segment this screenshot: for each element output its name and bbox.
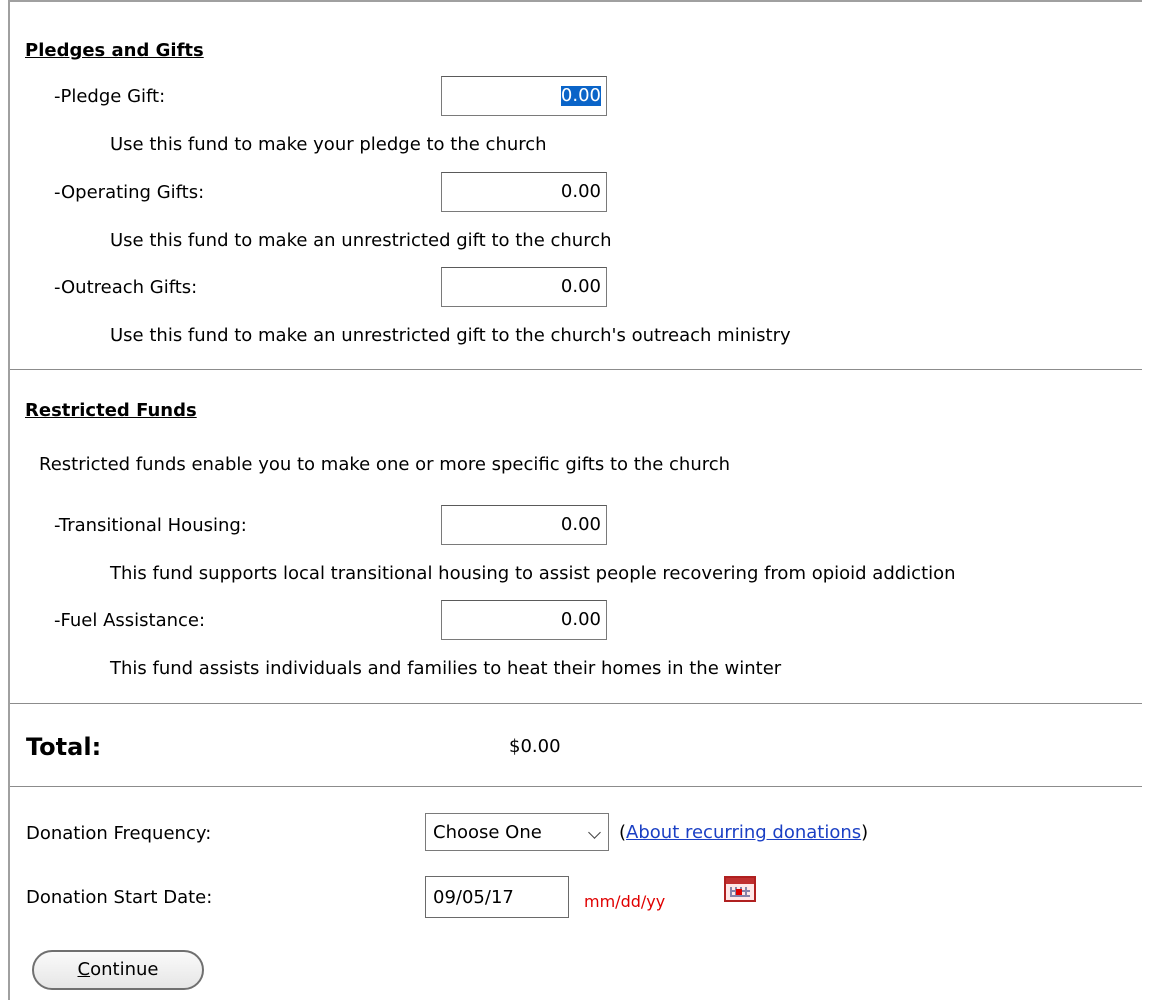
operating-gifts-input[interactable]: 0.00 xyxy=(441,172,607,212)
operating-gifts-label: -Operating Gifts: xyxy=(54,182,205,203)
frequency-label: Donation Frequency: xyxy=(26,823,212,844)
transitional-housing-label: -Transitional Housing: xyxy=(54,515,247,536)
restricted-heading: Restricted Funds xyxy=(25,400,197,421)
fuel-assistance-value: 0.00 xyxy=(560,609,601,630)
continue-button[interactable]: Continue xyxy=(32,950,204,990)
fuel-assistance-label: -Fuel Assistance: xyxy=(54,610,206,631)
total-label: Total: xyxy=(26,733,102,761)
pledge-gift-input[interactable]: 0.00 xyxy=(441,76,607,116)
continue-accesskey: C xyxy=(77,959,91,980)
transitional-housing-input[interactable]: 0.00 xyxy=(441,505,607,545)
pledges-heading: Pledges and Gifts xyxy=(25,40,204,61)
chevron-down-icon xyxy=(588,826,601,839)
about-recurring-link[interactable]: About recurring donations xyxy=(626,822,861,843)
continue-label: ontinue xyxy=(90,959,159,980)
left-border xyxy=(8,0,10,1000)
paren-close: ) xyxy=(861,822,869,843)
fuel-assistance-input[interactable]: 0.00 xyxy=(441,600,607,640)
transitional-housing-value: 0.00 xyxy=(560,514,601,535)
recurring-link-wrapper: (About recurring donations) xyxy=(619,822,868,843)
pledge-gift-value: 0.00 xyxy=(560,85,601,106)
pledge-gift-label: -Pledge Gift: xyxy=(54,86,166,107)
paren-open: ( xyxy=(619,822,627,843)
date-format-hint: mm/dd/yy xyxy=(584,892,666,911)
total-value: $0.00 xyxy=(509,736,561,757)
fuel-assistance-description: This fund assists individuals and famili… xyxy=(110,658,782,679)
outreach-gifts-value: 0.00 xyxy=(560,276,601,297)
top-border xyxy=(8,0,1142,2)
divider-3 xyxy=(10,786,1142,787)
outreach-gifts-input[interactable]: 0.00 xyxy=(441,267,607,307)
start-date-value: 09/05/17 xyxy=(433,887,514,908)
pledge-gift-description: Use this fund to make your pledge to the… xyxy=(110,134,547,155)
start-date-input[interactable]: 09/05/17 xyxy=(425,876,569,918)
start-date-label: Donation Start Date: xyxy=(26,887,213,908)
divider-1 xyxy=(10,369,1142,370)
operating-gifts-value: 0.00 xyxy=(560,181,601,202)
operating-gifts-description: Use this fund to make an unrestricted gi… xyxy=(110,230,612,251)
calendar-icon[interactable] xyxy=(724,876,756,902)
divider-2 xyxy=(10,703,1142,704)
transitional-housing-description: This fund supports local transitional ho… xyxy=(110,563,956,584)
frequency-selected-value: Choose One xyxy=(433,822,542,843)
frequency-select[interactable]: Choose One xyxy=(425,813,609,851)
outreach-gifts-label: -Outreach Gifts: xyxy=(54,277,198,298)
outreach-gifts-description: Use this fund to make an unrestricted gi… xyxy=(110,325,791,346)
restricted-intro: Restricted funds enable you to make one … xyxy=(39,454,731,475)
